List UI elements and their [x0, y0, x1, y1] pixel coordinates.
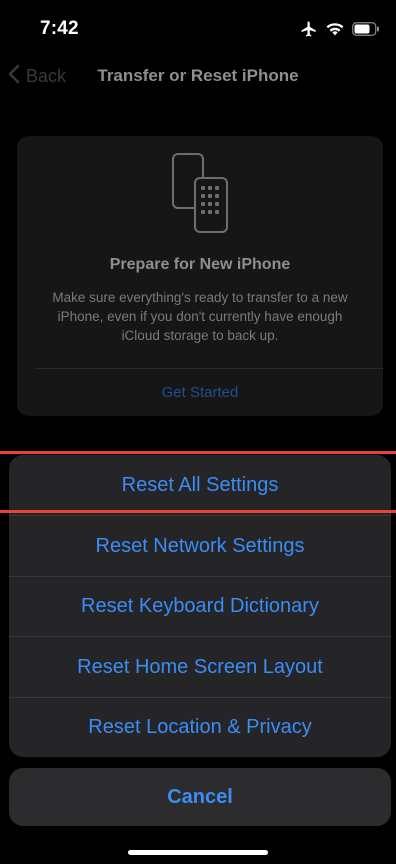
card-divider [35, 368, 383, 369]
reset-network-settings-button[interactable]: Reset Network Settings [9, 516, 391, 576]
prepare-card: Prepare for New iPhone Make sure everyth… [17, 136, 383, 416]
battery-icon [352, 22, 380, 36]
card-description: Make sure everything's ready to transfer… [52, 290, 348, 343]
status-time: 7:42 [40, 18, 79, 39]
reset-action-sheet: Reset All Settings Reset Network Setting… [9, 455, 391, 757]
navigation-bar: Back Transfer or Reset iPhone [0, 56, 396, 96]
phones-transfer-icon [169, 152, 231, 239]
status-bar: 7:42 [0, 0, 396, 56]
card-title: Prepare for New iPhone [109, 256, 291, 273]
get-started-link[interactable]: Get Started [17, 384, 383, 401]
wifi-icon [326, 22, 344, 36]
highlight-line-bottom [0, 510, 396, 513]
airplane-mode-icon [300, 20, 318, 38]
cancel-button[interactable]: Cancel [9, 768, 391, 826]
reset-home-screen-layout-button[interactable]: Reset Home Screen Layout [9, 637, 391, 697]
reset-location-privacy-button[interactable]: Reset Location & Privacy [9, 697, 391, 757]
status-icons [300, 20, 380, 38]
home-indicator[interactable] [128, 850, 268, 855]
reset-keyboard-dictionary-button[interactable]: Reset Keyboard Dictionary [9, 576, 391, 636]
highlight-line-top [0, 451, 396, 454]
page-title: Transfer or Reset iPhone [97, 66, 299, 85]
reset-all-settings-button[interactable]: Reset All Settings [9, 455, 391, 515]
